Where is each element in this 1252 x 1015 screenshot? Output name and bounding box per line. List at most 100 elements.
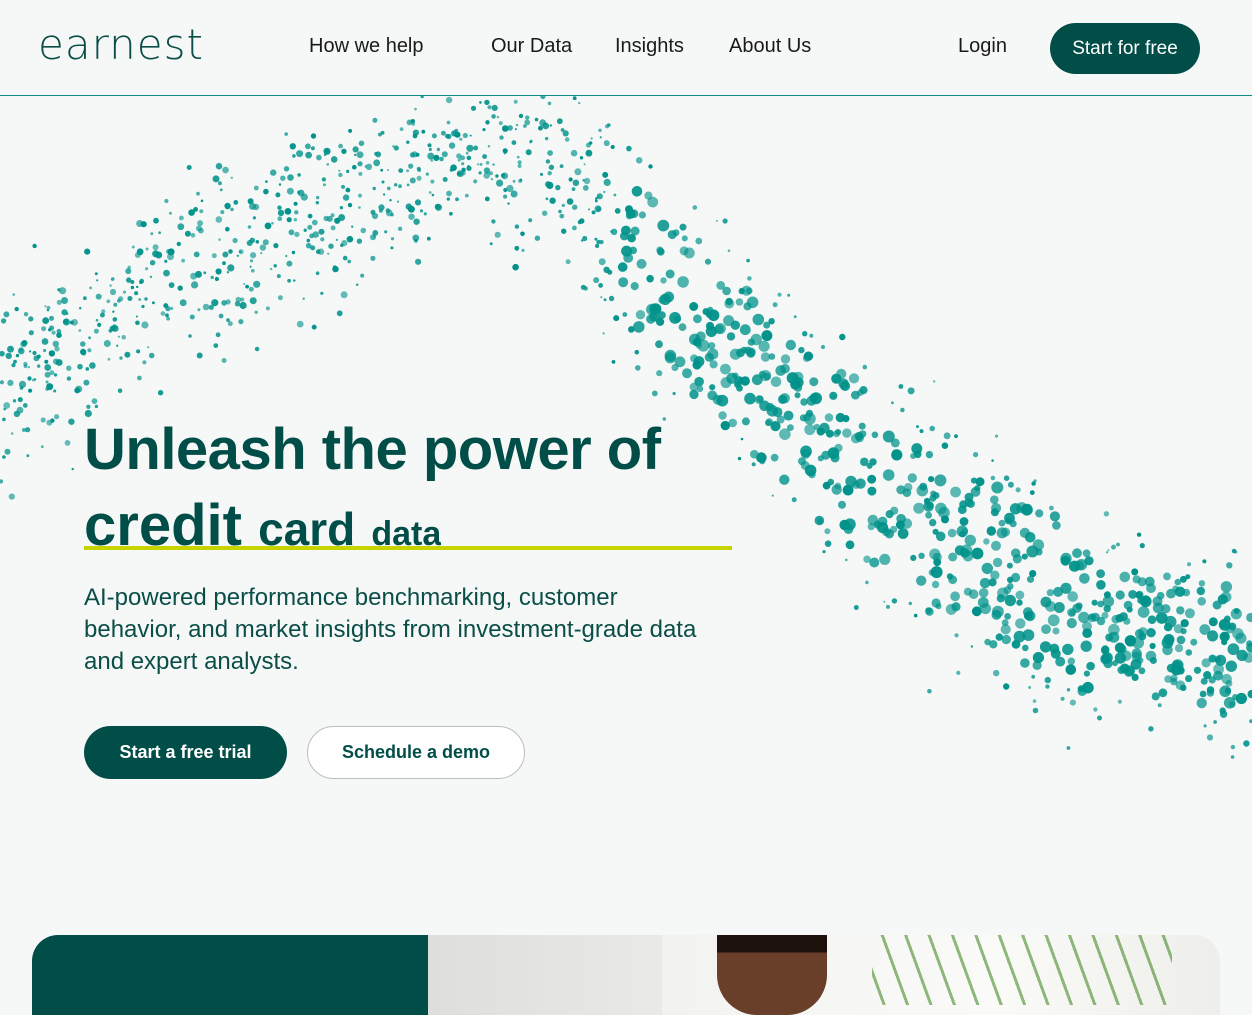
particle-dot [191,233,196,238]
particle-dot [689,302,698,311]
particle-dot [803,354,811,362]
particle-dot [738,457,741,460]
particle-dot [603,191,605,193]
particle-dot [29,350,31,352]
particle-dot [78,329,81,332]
particle-dot [415,259,421,265]
particle-dot [124,352,130,358]
particle-dot [287,174,294,181]
particle-dot [652,391,658,397]
particle-dot [956,671,960,675]
particle-dot [1200,691,1207,698]
particle-dot [61,297,68,304]
particle-dot [934,474,946,486]
particle-dot [933,380,935,382]
particle-dot [835,429,841,435]
particle-dot [538,126,543,131]
particle-dot [263,239,269,245]
particle-dot [253,216,256,219]
particle-dot [287,279,291,283]
particle-dot [1061,556,1071,566]
particle-dot [135,321,140,326]
particle-dot [266,306,270,310]
particle-dot [840,381,850,391]
particle-dot [1150,657,1157,664]
particle-dot [583,185,589,191]
nav-link-insights[interactable]: Insights [615,35,684,58]
nav-link-about-us[interactable]: About Us [729,35,811,58]
schedule-demo-button[interactable]: Schedule a demo [307,726,525,779]
particle-dot [142,360,146,364]
particle-dot [373,236,375,238]
particle-dot [410,178,416,184]
particle-dot [926,451,933,458]
particle-dot [948,553,957,562]
particle-dot [1221,581,1232,592]
particle-dot [731,321,740,330]
particle-dot [177,242,181,246]
particle-dot [131,286,134,289]
particle-dot [991,459,994,462]
particle-dot [136,316,138,318]
start-free-trial-button[interactable]: Start a free trial [84,726,287,779]
particle-dot [604,298,607,301]
particle-dot [1213,601,1222,610]
start-for-free-button[interactable]: Start for free [1050,23,1200,74]
particle-dot [45,372,51,378]
particle-dot [375,151,381,157]
particle-dot [136,286,138,288]
nav-link-how-we-help[interactable]: How we help [309,35,424,58]
particle-dot [825,413,834,422]
particle-dot [801,450,810,459]
particle-dot [158,390,163,395]
nav-link-our-data[interactable]: Our Data [491,35,572,58]
particle-dot [925,608,933,616]
particle-dot [741,286,751,296]
particle-dot [838,501,846,509]
particle-dot [673,392,676,395]
particle-dot [1034,479,1037,482]
particle-dot [285,255,287,257]
particle-dot [825,540,832,547]
particle-dot [867,475,876,484]
particle-dot [331,156,338,163]
particle-dot [950,487,961,498]
particle-dot [535,118,539,122]
particle-dot [936,532,946,542]
particle-dot [86,367,90,371]
particle-dot [188,209,195,216]
particle-dot [231,177,233,179]
particle-dot [197,220,203,226]
particle-dot [33,355,39,361]
particle-dot [815,516,825,526]
particle-dot [346,170,349,173]
particle-dot [863,556,870,563]
particle-dot [705,259,711,265]
particle-dot [908,473,917,482]
particle-dot [1097,716,1102,721]
particle-dot [357,151,364,158]
particle-dot [338,173,342,177]
earnest-logo[interactable]: earnest [38,20,204,69]
particle-dot [1124,667,1134,677]
particle-dot [96,294,102,300]
particle-dot [117,299,121,303]
particle-dot [1187,562,1191,566]
particle-dot [663,417,667,421]
particle-dot [144,297,147,300]
login-link[interactable]: Login [958,35,1007,58]
particle-dot [106,299,110,303]
particle-dot [406,169,409,172]
particle-dot [116,345,118,347]
particle-dot [449,212,453,216]
particle-dot [118,336,120,338]
particle-dot [506,185,513,192]
particle-dot [307,239,311,243]
particle-dot [929,519,936,526]
particle-dot [301,194,308,201]
particle-dot [213,175,220,182]
particle-dot [1105,634,1113,642]
particle-dot [1079,573,1090,584]
particle-dot [942,442,949,449]
particle-dot [674,316,681,323]
